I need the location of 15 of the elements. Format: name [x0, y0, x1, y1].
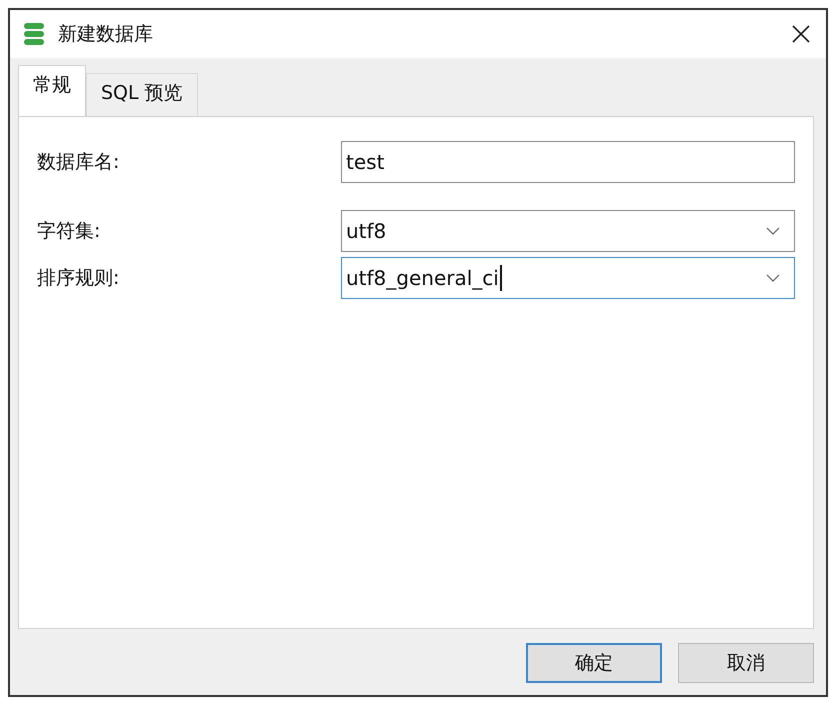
field-label: 排序规则: [37, 266, 120, 290]
dialog-button[interactable]: 取消 [678, 643, 814, 683]
tab[interactable]: 常规 [18, 65, 86, 116]
chevron-down-icon [766, 226, 780, 234]
tab[interactable]: SQL 预览 [86, 73, 198, 116]
dropdown-field[interactable]: utf8 [341, 210, 795, 252]
field-label: 数据库名: [37, 150, 120, 174]
input-field[interactable]: test [341, 140, 795, 182]
window-title: 新建数据库 [58, 22, 154, 47]
database-icon [22, 22, 46, 46]
chevron-down-icon [766, 274, 780, 282]
dropdown-field[interactable]: utf8_general_ci [341, 256, 795, 298]
field-label: 字符集: [37, 218, 102, 244]
dialog-button[interactable]: 确定 [526, 643, 662, 683]
close-icon[interactable] [792, 25, 810, 43]
